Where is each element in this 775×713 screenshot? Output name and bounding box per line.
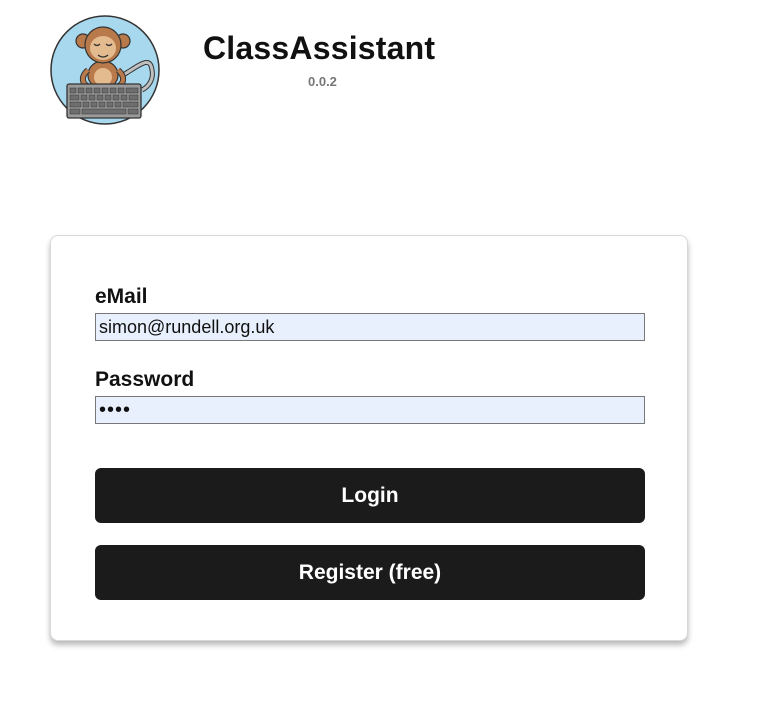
password-field[interactable]: [95, 396, 645, 424]
app-title: ClassAssistant: [203, 30, 436, 66]
login-button[interactable]: Login: [95, 468, 645, 523]
email-field[interactable]: [95, 313, 645, 341]
password-label: Password: [95, 368, 195, 391]
login-card: eMail Password Login Register (free): [50, 235, 688, 641]
email-label: eMail: [95, 285, 148, 308]
app-version: 0.0.2: [308, 74, 337, 89]
app-logo: [50, 15, 162, 127]
register-button[interactable]: Register (free): [95, 545, 645, 600]
monkey-keyboard-logo-icon: [50, 15, 160, 125]
